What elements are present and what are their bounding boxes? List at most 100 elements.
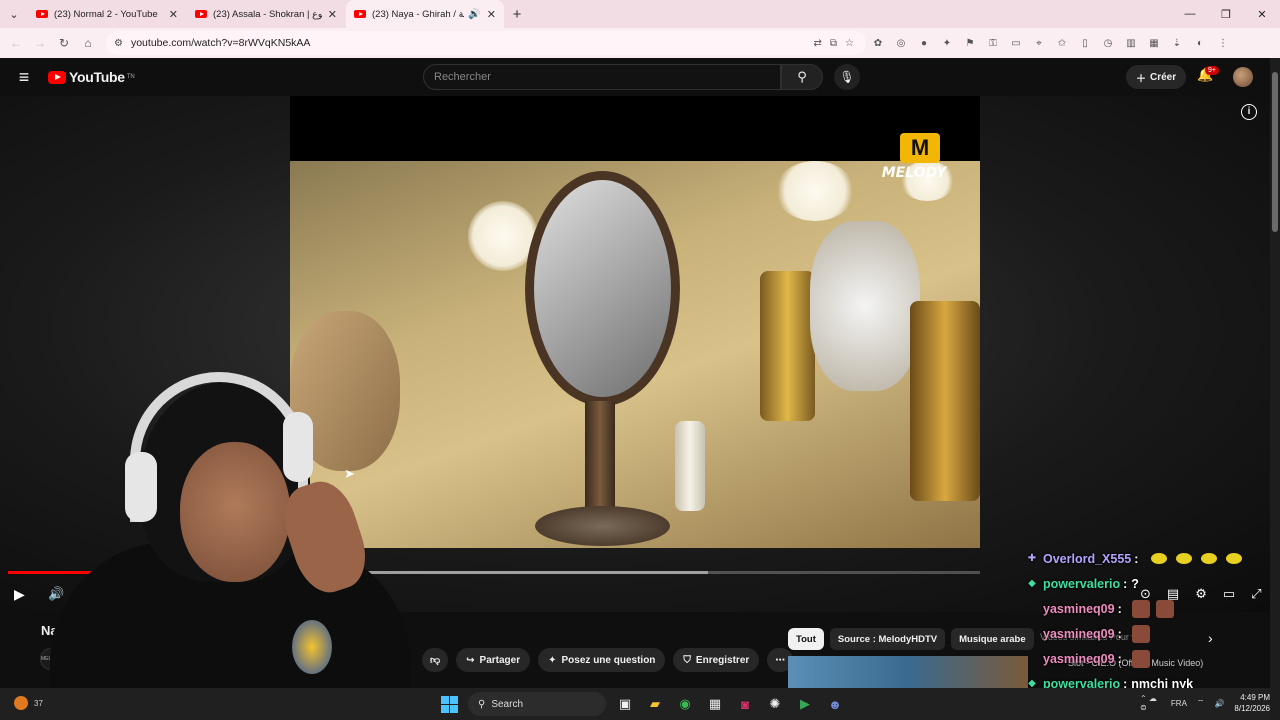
- recommended-thumbnail[interactable]: [788, 656, 1028, 688]
- page-scrollbar[interactable]: [1270, 58, 1280, 720]
- chip-source[interactable]: Source : MelodyHDTV: [829, 628, 946, 650]
- account-avatar[interactable]: [1233, 67, 1253, 87]
- chrome-icon[interactable]: ◉: [674, 693, 696, 715]
- trash-icon[interactable]: ▥: [1123, 38, 1139, 49]
- sparkle-icon: ✦: [548, 654, 557, 666]
- chat-emote-icon: [1176, 553, 1193, 564]
- tab-search-chevron-icon[interactable]: ⌄: [0, 0, 28, 28]
- volume-icon[interactable]: 🔊: [48, 586, 64, 602]
- chat-username: powervalerio: [1043, 576, 1121, 591]
- history-icon[interactable]: ◷: [1100, 38, 1116, 49]
- address-bar[interactable]: ⚙ youtube.com/watch?v=8rWVqKN5kAA ⇄ ⧉ ☆: [106, 31, 866, 55]
- file-explorer-icon[interactable]: ▰: [644, 693, 666, 715]
- app-icon[interactable]: ✺: [764, 693, 786, 715]
- info-icon[interactable]: i: [1241, 104, 1257, 120]
- translate-icon[interactable]: ⇄: [814, 38, 822, 49]
- filter-chips: Tout Source : MelodyHDTV Musique arabe: [788, 628, 1034, 650]
- bookmark-icon: ⛉: [683, 654, 691, 666]
- task-view-icon[interactable]: ▣: [614, 693, 636, 715]
- chat-username: yasmineq09: [1043, 601, 1115, 616]
- tab-title: (23) Naya - Ghirah / عيرة - ناية: [372, 8, 464, 20]
- profile-icon[interactable]: ◐: [1192, 38, 1208, 49]
- dislike-button[interactable]: 👎︎: [422, 648, 449, 672]
- extension-icon[interactable]: ●: [916, 38, 932, 49]
- instagram-icon[interactable]: ◙: [734, 693, 756, 715]
- video-mirror: [525, 171, 680, 406]
- hamburger-menu-icon[interactable]: ≡: [0, 67, 48, 88]
- new-tab-button[interactable]: +: [505, 6, 529, 23]
- clock[interactable]: 4:49 PM 8/12/2026: [1234, 692, 1270, 714]
- browser-tab[interactable]: (23) Assala - Shokran | أصالة - شكرا على…: [187, 0, 345, 28]
- home-icon[interactable]: ⌂: [76, 36, 100, 50]
- browser-tab-strip: ⌄ (23) Normal 2 - YouTube ✕ (23) Assala …: [0, 0, 1280, 28]
- tab-close-icon[interactable]: ✕: [328, 8, 337, 21]
- language-indicator[interactable]: FRA: [1171, 699, 1187, 708]
- install-icon[interactable]: ⧉: [830, 38, 837, 49]
- video-title: Naya Ghirah / عيرة: [41, 623, 151, 639]
- discord-icon[interactable]: ☻: [824, 693, 846, 715]
- close-window-button[interactable]: ✕: [1244, 0, 1280, 28]
- tray-icons[interactable]: ⌃ ☁ ⊜: [1140, 694, 1161, 712]
- scrollbar-thumb[interactable]: [1272, 72, 1278, 232]
- country-code: TN: [126, 74, 135, 80]
- video-frame[interactable]: [290, 161, 980, 548]
- network-icon[interactable]: ⌔: [1197, 698, 1205, 708]
- back-arrow-icon[interactable]: ←: [4, 36, 28, 50]
- chip-all[interactable]: Tout: [788, 628, 824, 650]
- chat-separator: :: [1123, 576, 1128, 591]
- tab-audio-icon[interactable]: 🔊: [468, 9, 480, 20]
- taskbar-widgets[interactable]: 37: [14, 696, 43, 710]
- browser-tab[interactable]: (23) Normal 2 - YouTube ✕: [28, 0, 186, 28]
- extension-icon[interactable]: ▭: [1008, 38, 1024, 49]
- search-button[interactable]: ⚲: [781, 64, 823, 90]
- chip-arabic-music[interactable]: Musique arabe: [951, 628, 1034, 650]
- weather-icon: [14, 696, 28, 710]
- puzzle-icon[interactable]: ✦: [939, 38, 955, 49]
- speaker-icon[interactable]: 🔊: [1214, 699, 1224, 708]
- video-progress-bar[interactable]: [8, 571, 980, 574]
- collections-icon[interactable]: ▦: [1146, 38, 1162, 49]
- tab-close-icon[interactable]: ✕: [487, 8, 496, 21]
- voice-search-button[interactable]: 🎙: [834, 64, 860, 90]
- store-icon[interactable]: ▦: [704, 693, 726, 715]
- more-dots-icon: ⋯: [775, 654, 786, 666]
- extension-icon[interactable]: ◎: [893, 38, 909, 49]
- downloads-icon[interactable]: ⇣: [1169, 38, 1185, 49]
- favorites-icon[interactable]: ✩: [1054, 38, 1070, 49]
- search-icon: ⚲: [478, 698, 486, 710]
- play-icon[interactable]: ▶: [14, 586, 25, 603]
- create-button[interactable]: ＋ Créer: [1126, 65, 1187, 89]
- windows-start-icon[interactable]: [438, 693, 460, 715]
- play-app-icon[interactable]: ▶: [794, 693, 816, 715]
- extensions-bar: ✿ ◎ ● ✦ ⚑ ⚿ ▭ ⌖ ✩ ▯ ◷ ▥ ▦ ⇣ ◐ ⋮: [870, 28, 1231, 58]
- youtube-play-logo-icon: [48, 70, 66, 84]
- site-info-icon[interactable]: ⚙: [114, 38, 123, 49]
- video-mirror-stem: [585, 401, 615, 521]
- chat-username: yasmineq09: [1043, 651, 1115, 666]
- maximize-button[interactable]: ❐: [1208, 0, 1244, 28]
- extension-icon[interactable]: ⚿: [985, 38, 1001, 49]
- sidebar-icon[interactable]: ▯: [1077, 38, 1093, 49]
- chat-emote-face-icon: [1131, 599, 1150, 618]
- chat-message: yasmineq09:: [1026, 646, 1271, 671]
- forward-arrow-icon[interactable]: →: [28, 36, 52, 50]
- tab-title: (23) Assala - Shokran | أصالة - شكرا على…: [213, 8, 322, 20]
- tab-close-icon[interactable]: ✕: [169, 8, 178, 21]
- save-button[interactable]: ⛉ Enregistrer: [673, 648, 760, 672]
- bookmark-star-icon[interactable]: ☆: [845, 38, 854, 49]
- channel-avatar[interactable]: MELODY: [40, 648, 62, 670]
- share-button[interactable]: ↪ Partager: [456, 648, 531, 672]
- ask-question-button[interactable]: ✦ Posez une question: [538, 648, 666, 672]
- reload-icon[interactable]: ↻: [52, 36, 76, 50]
- youtube-logo[interactable]: YouTube TN: [48, 69, 135, 85]
- minimize-button[interactable]: —: [1172, 0, 1208, 28]
- location-icon[interactable]: ⌖: [1031, 38, 1047, 49]
- menu-dots-icon[interactable]: ⋮: [1215, 38, 1231, 49]
- taskbar-search[interactable]: ⚲ Search: [468, 692, 606, 716]
- extension-icon[interactable]: ✿: [870, 38, 886, 49]
- search-input[interactable]: [434, 71, 780, 83]
- extension-icon[interactable]: ⚑: [962, 38, 978, 49]
- browser-tab-active[interactable]: (23) Naya - Ghirah / عيرة - ناية 🔊 ✕: [346, 0, 504, 28]
- microphone-icon: 🎙: [839, 70, 855, 84]
- share-label: Partager: [479, 654, 521, 666]
